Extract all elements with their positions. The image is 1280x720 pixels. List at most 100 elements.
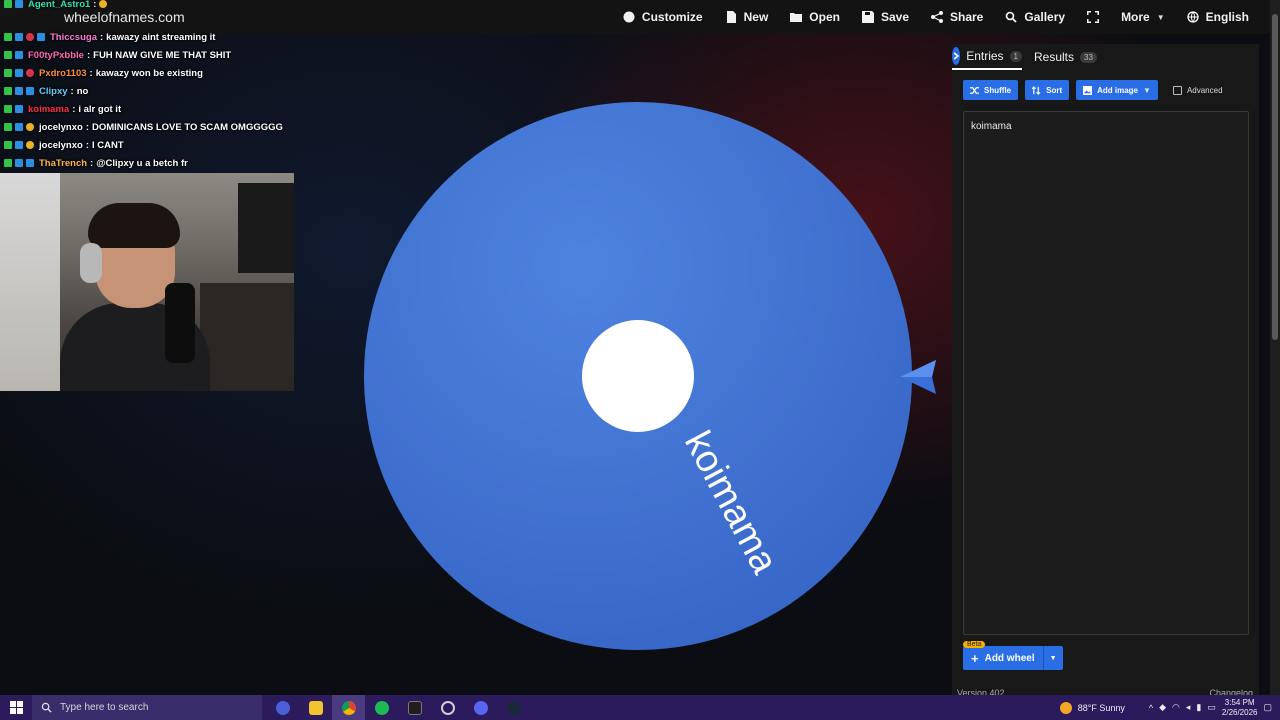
chat-message: Agent_Astro1 :	[4, 0, 108, 12]
gallery-button[interactable]: Gallery	[994, 0, 1076, 34]
chat-username: ThaTrench	[39, 157, 88, 169]
chat-text: kawazy won be existing	[95, 67, 203, 79]
emote-icon	[99, 0, 108, 8]
cam-shelf	[200, 283, 294, 391]
new-button[interactable]: New	[714, 0, 780, 34]
scroll-thumb[interactable]	[1272, 14, 1278, 340]
notifications-icon[interactable]: ▢	[1263, 702, 1272, 713]
wheel-graphic[interactable]: koimama	[362, 100, 914, 652]
image-icon	[1083, 85, 1093, 95]
entries-textarea[interactable]: koimama	[963, 111, 1249, 635]
chat-text: DOMINICANS LOVE TO SCAM OMGGGGG	[92, 121, 283, 133]
chat-text: I CANT	[92, 139, 124, 151]
windows-icon	[9, 701, 23, 714]
clock-date: 2/26/2026	[1221, 707, 1258, 717]
taskbar-app-discord[interactable]	[464, 695, 497, 720]
chevron-right-icon[interactable]	[952, 47, 961, 65]
open-button[interactable]: Open	[779, 0, 851, 34]
volume-icon[interactable]: ◂	[1186, 702, 1191, 713]
panel-tabs: Entries 1 Results 33	[952, 44, 1259, 70]
start-button[interactable]	[0, 695, 32, 720]
share-label: Share	[950, 10, 984, 24]
more-label: More	[1121, 10, 1150, 24]
globe-icon	[1187, 11, 1199, 23]
caret-down-icon: ▼	[1156, 12, 1165, 22]
chat-username: Thiccsuga	[50, 31, 97, 43]
taskbar-app-chrome[interactable]	[332, 695, 365, 720]
fullscreen-icon	[1087, 11, 1100, 23]
add-wheel-dropdown[interactable]: ▼	[1042, 646, 1063, 670]
more-button[interactable]: More ▼	[1110, 0, 1176, 34]
page-scrollbar[interactable]	[1270, 0, 1280, 695]
save-label: Save	[880, 10, 909, 24]
chat-message: jocelynxo : DOMINICANS LOVE TO SCAM OMGG…	[4, 119, 283, 135]
advanced-checkbox[interactable]	[1172, 85, 1182, 95]
sort-icon	[1032, 85, 1041, 95]
wheel-center[interactable]	[582, 320, 694, 432]
spin-wheel[interactable]: koimama	[362, 100, 914, 652]
tab-results[interactable]: Results 33	[1034, 44, 1097, 70]
chat-message: ThaTrench : @Clipxy u a betch fr	[4, 155, 188, 171]
customize-button[interactable]: Customize	[612, 0, 714, 34]
clock-time: 3:54 PM	[1224, 697, 1255, 707]
system-tray: 88°F Sunny ^ ◆ ◠ ◂ ▮ ▭ 3:54 PM 2/26/2026…	[1059, 695, 1280, 720]
battery-icon[interactable]: ▭	[1207, 702, 1216, 713]
weather-text[interactable]: 88°F Sunny	[1078, 703, 1125, 713]
chat-message: koimama : i alr got it	[4, 101, 121, 117]
palette-icon	[623, 11, 635, 23]
entries-count-badge: 1	[1009, 50, 1022, 62]
chat-username: jocelynxo	[39, 121, 83, 133]
chat-username: Pxdro1103	[39, 67, 87, 79]
chat-text: no	[76, 85, 89, 97]
chat-text: @Clipxy u a betch fr	[96, 157, 188, 169]
cam-streamer-hair	[88, 203, 180, 248]
shuffle-icon	[970, 86, 979, 94]
language-label: English	[1205, 10, 1249, 24]
taskbar-app-explorer[interactable]	[299, 695, 332, 720]
save-icon	[861, 11, 874, 23]
taskbar-app-steam[interactable]	[497, 695, 530, 720]
tray-chevron-icon[interactable]: ^	[1149, 703, 1153, 713]
share-button[interactable]: Share	[920, 0, 994, 34]
file-icon	[726, 11, 736, 23]
add-image-button[interactable]: Add image ▼	[1076, 80, 1158, 100]
fullscreen-button[interactable]	[1076, 0, 1110, 34]
add-wheel-button[interactable]: + Add wheel	[963, 646, 1043, 670]
chat-message: Pxdro1103 : kawazy won be existing	[4, 65, 203, 81]
wheel-pointer-icon	[900, 360, 936, 394]
taskbar-app-v[interactable]	[266, 695, 299, 720]
cam-window	[0, 173, 60, 391]
network-icon[interactable]: ◆	[1159, 702, 1166, 713]
add-wheel-label: Add wheel	[984, 652, 1035, 664]
taskbar-clock[interactable]: 3:54 PM 2/26/2026	[1222, 698, 1258, 718]
chat-username: F00tyPxbble	[28, 49, 84, 61]
shuffle-label: Shuffle	[984, 85, 1012, 95]
sort-button[interactable]: Sort	[1025, 80, 1070, 100]
cam-microphone	[165, 283, 195, 363]
chat-username: jocelynxo	[39, 139, 83, 151]
beta-badge: Beta	[963, 641, 986, 648]
customize-label: Customize	[641, 10, 703, 24]
tab-results-label: Results	[1034, 50, 1075, 64]
tab-entries[interactable]: Entries 1	[952, 44, 1022, 70]
mic-icon[interactable]: ▮	[1196, 702, 1201, 713]
taskbar-search-placeholder: Type here to search	[60, 702, 149, 713]
cam-tv	[238, 183, 294, 273]
caret-down-icon[interactable]: ▼	[1143, 86, 1151, 95]
taskbar-apps	[266, 695, 530, 720]
taskbar-app-spotify[interactable]	[365, 695, 398, 720]
save-button[interactable]: Save	[851, 0, 920, 34]
taskbar-search-input[interactable]: Type here to search	[32, 695, 262, 720]
wifi-icon[interactable]: ◠	[1172, 702, 1180, 713]
taskbar-app-link[interactable]	[431, 695, 464, 720]
results-count-badge: 33	[1080, 51, 1097, 63]
chat-text: FUH NAW GIVE ME THAT SHIT	[93, 49, 232, 61]
weather-sun-icon	[1059, 701, 1072, 714]
chat-message: Clipxy : no	[4, 83, 88, 99]
taskbar-app-excel[interactable]	[398, 695, 431, 720]
chat-username: Clipxy	[39, 85, 68, 97]
language-button[interactable]: English	[1176, 0, 1260, 34]
advanced-toggle[interactable]: Advanced	[1172, 85, 1223, 95]
tab-entries-label: Entries	[966, 49, 1004, 63]
shuffle-button[interactable]: Shuffle	[963, 80, 1019, 100]
